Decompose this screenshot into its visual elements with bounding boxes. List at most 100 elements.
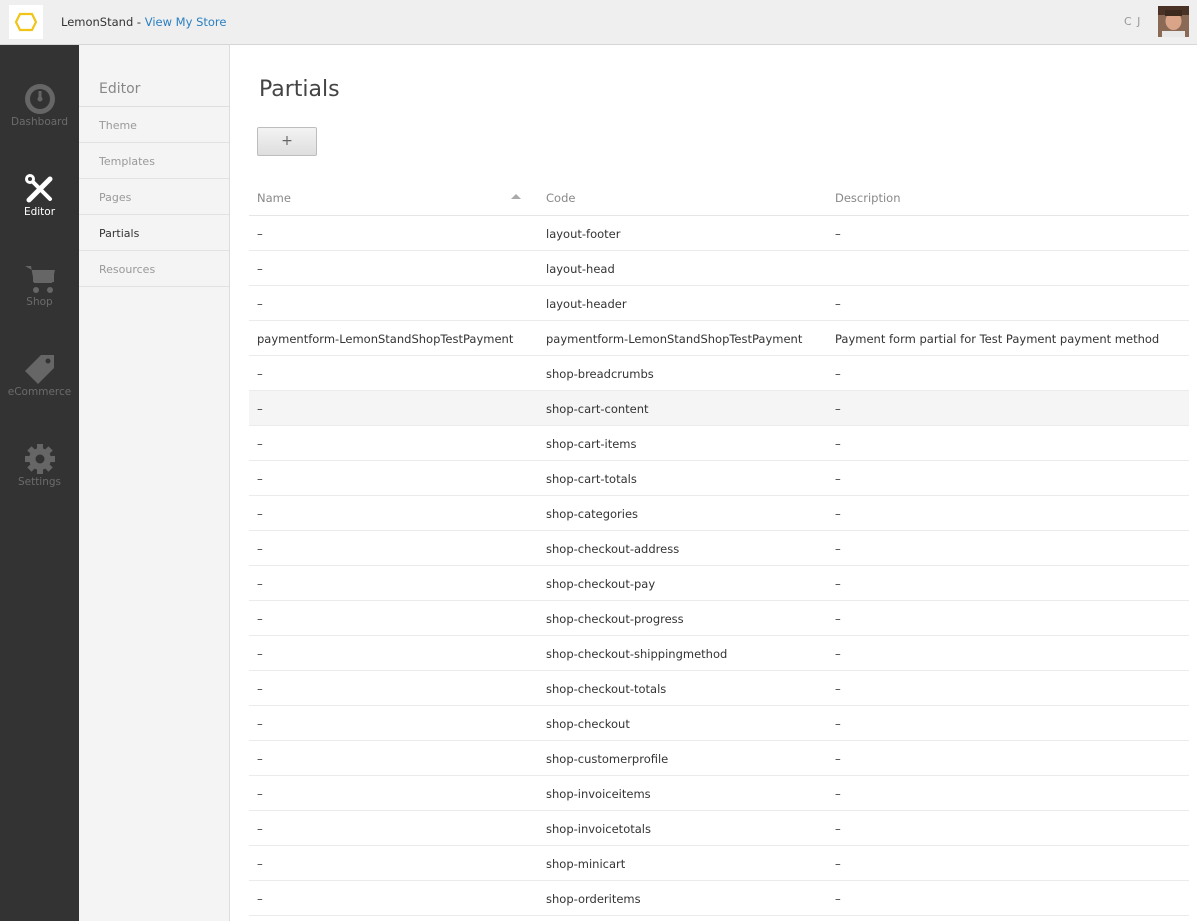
tag-icon (22, 351, 58, 387)
cell-name: – (257, 542, 263, 556)
subnav-item-theme[interactable]: Theme (79, 107, 229, 143)
gear-icon (22, 441, 58, 477)
nav-item-settings[interactable]: Settings (0, 441, 79, 521)
page-title: Partials (259, 77, 340, 102)
cell-name: – (257, 892, 263, 906)
table-row[interactable]: – shop-categories – (249, 496, 1189, 531)
table-row[interactable]: – shop-breadcrumbs – (249, 356, 1189, 391)
cell-description: – (835, 367, 841, 381)
dashboard-icon (22, 81, 58, 117)
table-row[interactable]: – shop-checkout-pay – (249, 566, 1189, 601)
main-nav: Dashboard Editor Shop eCommerce Settings (0, 45, 79, 921)
cell-name: – (257, 752, 263, 766)
subnav-item-label: Templates (99, 155, 155, 168)
table-row[interactable]: – shop-checkout-shippingmethod – (249, 636, 1189, 671)
table-row[interactable]: – shop-orderitems – (249, 881, 1189, 916)
subnav-item-resources[interactable]: Resources (79, 251, 229, 287)
table-row[interactable]: – shop-invoiceitems – (249, 776, 1189, 811)
cell-description: – (835, 822, 841, 836)
table-header: Name Code Description (249, 181, 1189, 216)
nav-item-shop[interactable]: Shop (0, 261, 79, 341)
table-row[interactable]: – shop-checkout-address – (249, 531, 1189, 566)
table-row[interactable]: – shop-minicart – (249, 846, 1189, 881)
cell-name: – (257, 822, 263, 836)
cell-name: – (257, 262, 263, 276)
table-row[interactable]: – layout-header – (249, 286, 1189, 321)
cell-code: shop-checkout (546, 717, 630, 731)
cell-name: – (257, 297, 263, 311)
cell-name: – (257, 857, 263, 871)
cell-name: paymentform-LemonStandShopTestPayment (257, 332, 514, 346)
subnav-item-label: Resources (99, 263, 156, 276)
cell-name: – (257, 612, 263, 626)
cell-name: – (257, 717, 263, 731)
cell-description: – (835, 507, 841, 521)
table-row[interactable]: – shop-checkout – (249, 706, 1189, 741)
table-row[interactable]: – shop-checkout-totals – (249, 671, 1189, 706)
subnav-item-label: Partials (99, 227, 140, 240)
lemon-logo-icon (14, 12, 38, 32)
table-row[interactable]: – shop-cart-content – (249, 391, 1189, 426)
table-row[interactable]: – layout-footer – (249, 216, 1189, 251)
table-row[interactable]: paymentform-LemonStandShopTestPayment pay… (249, 321, 1189, 356)
cell-code: shop-minicart (546, 857, 626, 871)
cell-description: – (835, 647, 841, 661)
main-content: Partials + Name Code Description – layout… (231, 45, 1197, 921)
cell-description: – (835, 402, 841, 416)
cell-code: shop-checkout-address (546, 542, 680, 556)
column-header-code[interactable]: Code (546, 191, 575, 205)
cell-description: – (835, 472, 841, 486)
sort-ascending-icon[interactable] (511, 194, 521, 199)
cell-name: – (257, 682, 263, 696)
partials-table: Name Code Description – layout-footer – – la… (249, 181, 1189, 916)
cell-name: – (257, 787, 263, 801)
subnav-title: Editor (99, 81, 141, 97)
cell-code: shop-checkout-progress (546, 612, 684, 626)
top-bar: LemonStand - View My Store C J (0, 0, 1197, 45)
cell-description: – (835, 857, 841, 871)
subnav-item-label: Pages (99, 191, 132, 204)
cell-code: shop-checkout-totals (546, 682, 667, 696)
nav-item-editor[interactable]: Editor (0, 171, 79, 251)
cell-code: shop-cart-totals (546, 472, 637, 486)
cell-code: shop-checkout-shippingmethod (546, 647, 728, 661)
cell-name: – (257, 227, 263, 241)
cell-description: – (835, 577, 841, 591)
nav-item-dashboard[interactable]: Dashboard (0, 81, 79, 161)
cell-code: layout-header (546, 297, 627, 311)
column-header-description[interactable]: Description (835, 191, 901, 205)
view-my-store-link[interactable]: View My Store (145, 15, 227, 29)
cell-code: shop-orderitems (546, 892, 641, 906)
column-header-name[interactable]: Name (257, 191, 291, 205)
nav-label-shop: Shop (26, 296, 53, 308)
store-title: LemonStand - View My Store (61, 15, 226, 29)
cart-icon (22, 261, 58, 297)
cell-name: – (257, 507, 263, 521)
subnav-item-pages[interactable]: Pages (79, 179, 229, 215)
table-row[interactable]: – shop-invoicetotals – (249, 811, 1189, 846)
table-row[interactable]: – shop-cart-totals – (249, 461, 1189, 496)
cell-code: shop-checkout-pay (546, 577, 656, 591)
cell-code: shop-categories (546, 507, 639, 521)
table-body: – layout-footer – – layout-head – layout-heade… (249, 216, 1189, 916)
subnav-item-templates[interactable]: Templates (79, 143, 229, 179)
add-partial-button[interactable]: + (257, 127, 317, 156)
table-row[interactable]: – layout-head (249, 251, 1189, 286)
cell-description: Payment form partial for Test Payment pa… (835, 332, 1160, 346)
store-name: LemonStand (61, 15, 134, 29)
nav-item-ecommerce[interactable]: eCommerce (0, 351, 79, 431)
cell-description: – (835, 297, 841, 311)
table-row[interactable]: – shop-cart-items – (249, 426, 1189, 461)
table-row[interactable]: – shop-checkout-progress – (249, 601, 1189, 636)
cell-description: – (835, 682, 841, 696)
cell-code: shop-cart-content (546, 402, 649, 416)
user-initials[interactable]: C J (1124, 15, 1141, 28)
lemonstand-logo[interactable] (9, 5, 43, 39)
avatar[interactable] (1158, 6, 1189, 37)
nav-label-editor: Editor (23, 206, 56, 218)
table-row[interactable]: – shop-customerprofile – (249, 741, 1189, 776)
cell-description: – (835, 787, 841, 801)
subnav-item-partials[interactable]: Partials (79, 215, 229, 251)
cell-description: – (835, 612, 841, 626)
cell-description: – (835, 227, 841, 241)
